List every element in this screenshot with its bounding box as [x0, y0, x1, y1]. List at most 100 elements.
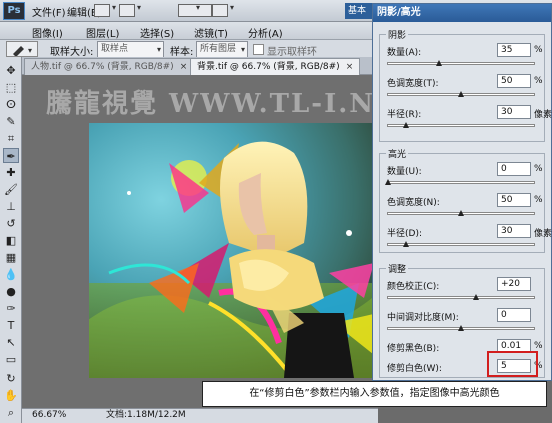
eyedropper-tool-icon[interactable]: ✒	[3, 148, 19, 163]
highlight-amount-label: 数量(U):	[387, 167, 422, 177]
color-correction-slider[interactable]	[387, 294, 535, 301]
shadow-amount-label: 数量(A):	[387, 48, 422, 58]
slider-thumb[interactable]	[458, 91, 465, 98]
tab-background-doc[interactable]: 背景.tif @ 66.7% (背景, RGB/8#) ×	[190, 58, 361, 75]
sample-layers-select[interactable]: 所有图层	[196, 41, 248, 58]
highlight-amount-input[interactable]: 0	[497, 162, 531, 176]
slider-thumb[interactable]	[436, 60, 443, 67]
highlight-box	[487, 351, 538, 377]
shape-tool-icon[interactable]: ▭	[3, 352, 19, 367]
unit-label: %	[534, 45, 543, 55]
workspace-switcher[interactable]: 基本	[345, 3, 375, 19]
lasso-tool-icon[interactable]: ⵙ	[3, 97, 19, 112]
clone-stamp-icon[interactable]: ⊥	[3, 199, 19, 214]
shadow-tonal-width-slider[interactable]	[387, 91, 535, 98]
blur-tool-icon[interactable]: 💧	[3, 267, 19, 282]
shadow-amount-input[interactable]: 35	[497, 43, 531, 57]
slider-thumb[interactable]	[458, 325, 465, 332]
highlight-radius-label: 半径(D):	[387, 229, 422, 239]
gradient-tool-icon[interactable]: ▦	[3, 250, 19, 265]
shadow-highlight-dialog: 阴影/高光 阴影 数量(A): 35 % 色调宽度(T): 50 % 半径(R)…	[372, 3, 552, 381]
dodge-tool-icon[interactable]: ●	[3, 284, 19, 299]
highlight-radius-input[interactable]: 30	[497, 224, 531, 238]
brush-tool-icon[interactable]: 🖌	[3, 182, 19, 197]
artwork-image[interactable]	[89, 123, 378, 378]
shadow-tonal-width-input[interactable]: 50	[497, 74, 531, 88]
sample-size-select[interactable]: 取样点	[97, 41, 164, 58]
highlight-tonal-width-slider[interactable]	[387, 210, 535, 217]
sample-size-label: 取样大小:	[50, 47, 94, 58]
zoom-level[interactable]: 66.67%	[32, 409, 66, 422]
watermark-text: 騰龍視覺 WWW.TL-I.NET	[46, 89, 419, 119]
unit-label: 像素	[534, 110, 552, 120]
midtone-contrast-slider[interactable]	[387, 325, 535, 332]
group-title: 阴影	[386, 28, 409, 41]
menu-image[interactable]: 图像(I)	[32, 25, 63, 40]
eraser-tool-icon[interactable]: ◧	[3, 233, 19, 248]
slider-thumb[interactable]	[472, 294, 480, 301]
history-brush-icon[interactable]: ↺	[3, 216, 19, 231]
menu-file[interactable]: 文件(F)	[32, 4, 66, 19]
photoshop-logo: Ps	[3, 2, 25, 20]
instruction-caption: 在“修剪白色”参数栏内输入参数值，指定图像中高光颜色	[202, 381, 547, 407]
menu-select[interactable]: 选择(S)	[140, 25, 174, 40]
show-sampling-ring-label: 显示取样环	[267, 47, 317, 58]
shadow-tonal-width-label: 色调宽度(T):	[387, 79, 439, 89]
bridge-icon[interactable]	[94, 3, 116, 17]
shadow-amount-slider[interactable]	[387, 60, 535, 67]
highlight-tonal-width-label: 色调宽度(N):	[387, 198, 440, 208]
crop-tool-icon[interactable]: ⌗	[3, 131, 19, 146]
highlight-radius-slider[interactable]	[387, 241, 535, 248]
highlight-amount-slider[interactable]	[385, 179, 535, 186]
white-clip-label: 修剪白色(W):	[387, 364, 442, 374]
quick-select-tool-icon[interactable]: ✎	[3, 114, 19, 129]
color-correction-input[interactable]: +20	[497, 277, 531, 291]
slider-thumb[interactable]	[402, 122, 410, 129]
arrange-icon[interactable]	[212, 3, 234, 17]
marquee-tool-icon[interactable]: ⬚	[3, 80, 19, 95]
minibridge-icon[interactable]	[119, 3, 141, 17]
toolbox: ✥ ⬚ ⵙ ✎ ⌗ ✒ ✚ 🖌 ⊥ ↺ ◧ ▦ 💧 ● ✑ T ↖ ▭ ↻ ✋ …	[0, 57, 22, 423]
type-tool-icon[interactable]: T	[3, 318, 19, 333]
shadows-group: 阴影 数量(A): 35 % 色调宽度(T): 50 % 半径(R): 30 像…	[379, 28, 552, 142]
shadow-radius-label: 半径(R):	[387, 110, 422, 120]
eyedropper-icon: ▾	[13, 46, 32, 57]
group-title: 高光	[386, 147, 409, 160]
black-clip-label: 修剪黑色(B):	[387, 344, 440, 354]
svg-text:▾: ▾	[28, 46, 32, 55]
dialog-title: 阴影/高光	[373, 4, 551, 22]
unit-label: 像素	[534, 229, 552, 239]
shadow-radius-slider[interactable]	[387, 122, 535, 129]
healing-brush-icon[interactable]: ✚	[3, 165, 19, 180]
zoom-tool-icon[interactable]: ⌕	[3, 405, 19, 420]
photoshop-window: Ps 文件(F) 编辑(E) 图像(I) 图层(L) 选择(S) 滤镜(T) 分…	[0, 0, 552, 423]
zoom-level-icon[interactable]	[178, 3, 212, 17]
path-select-icon[interactable]: ↖	[3, 335, 19, 350]
3d-rotate-icon[interactable]: ↻	[3, 371, 19, 386]
close-icon[interactable]: ×	[180, 62, 188, 72]
tab-label: 背景.tif @ 66.7% (背景, RGB/8#)	[197, 62, 340, 72]
slider-thumb[interactable]	[458, 210, 465, 217]
close-icon[interactable]: ×	[346, 62, 354, 72]
unit-label: %	[534, 341, 543, 351]
artwork-illustration	[89, 123, 378, 378]
move-tool-icon[interactable]: ✥	[3, 63, 19, 78]
slider-thumb[interactable]	[385, 179, 392, 186]
menu-layer[interactable]: 图层(L)	[86, 25, 119, 40]
hand-tool-icon[interactable]: ✋	[3, 388, 19, 403]
menu-filter[interactable]: 滤镜(T)	[194, 25, 228, 40]
sample-label: 样本:	[170, 47, 194, 58]
highlight-tonal-width-input[interactable]: 50	[497, 193, 531, 207]
shadow-radius-input[interactable]: 30	[497, 105, 531, 119]
menu-analysis[interactable]: 分析(A)	[248, 25, 283, 40]
tab-label: 人物.tif @ 66.7% (背景, RGB/8#)	[31, 62, 174, 72]
pen-tool-icon[interactable]: ✑	[3, 301, 19, 316]
midtone-contrast-input[interactable]: 0	[497, 308, 531, 322]
show-sampling-ring-checkbox[interactable]	[253, 44, 264, 55]
midtone-contrast-label: 中间调对比度(M):	[387, 313, 459, 323]
tool-preset-picker[interactable]: ▾	[6, 41, 38, 57]
tab-person-doc[interactable]: 人物.tif @ 66.7% (背景, RGB/8#) ×	[24, 58, 195, 75]
slider-thumb[interactable]	[402, 241, 410, 248]
status-bar: 66.67% 文档:1.18M/12.2M	[22, 408, 378, 423]
unit-label: %	[534, 76, 543, 86]
